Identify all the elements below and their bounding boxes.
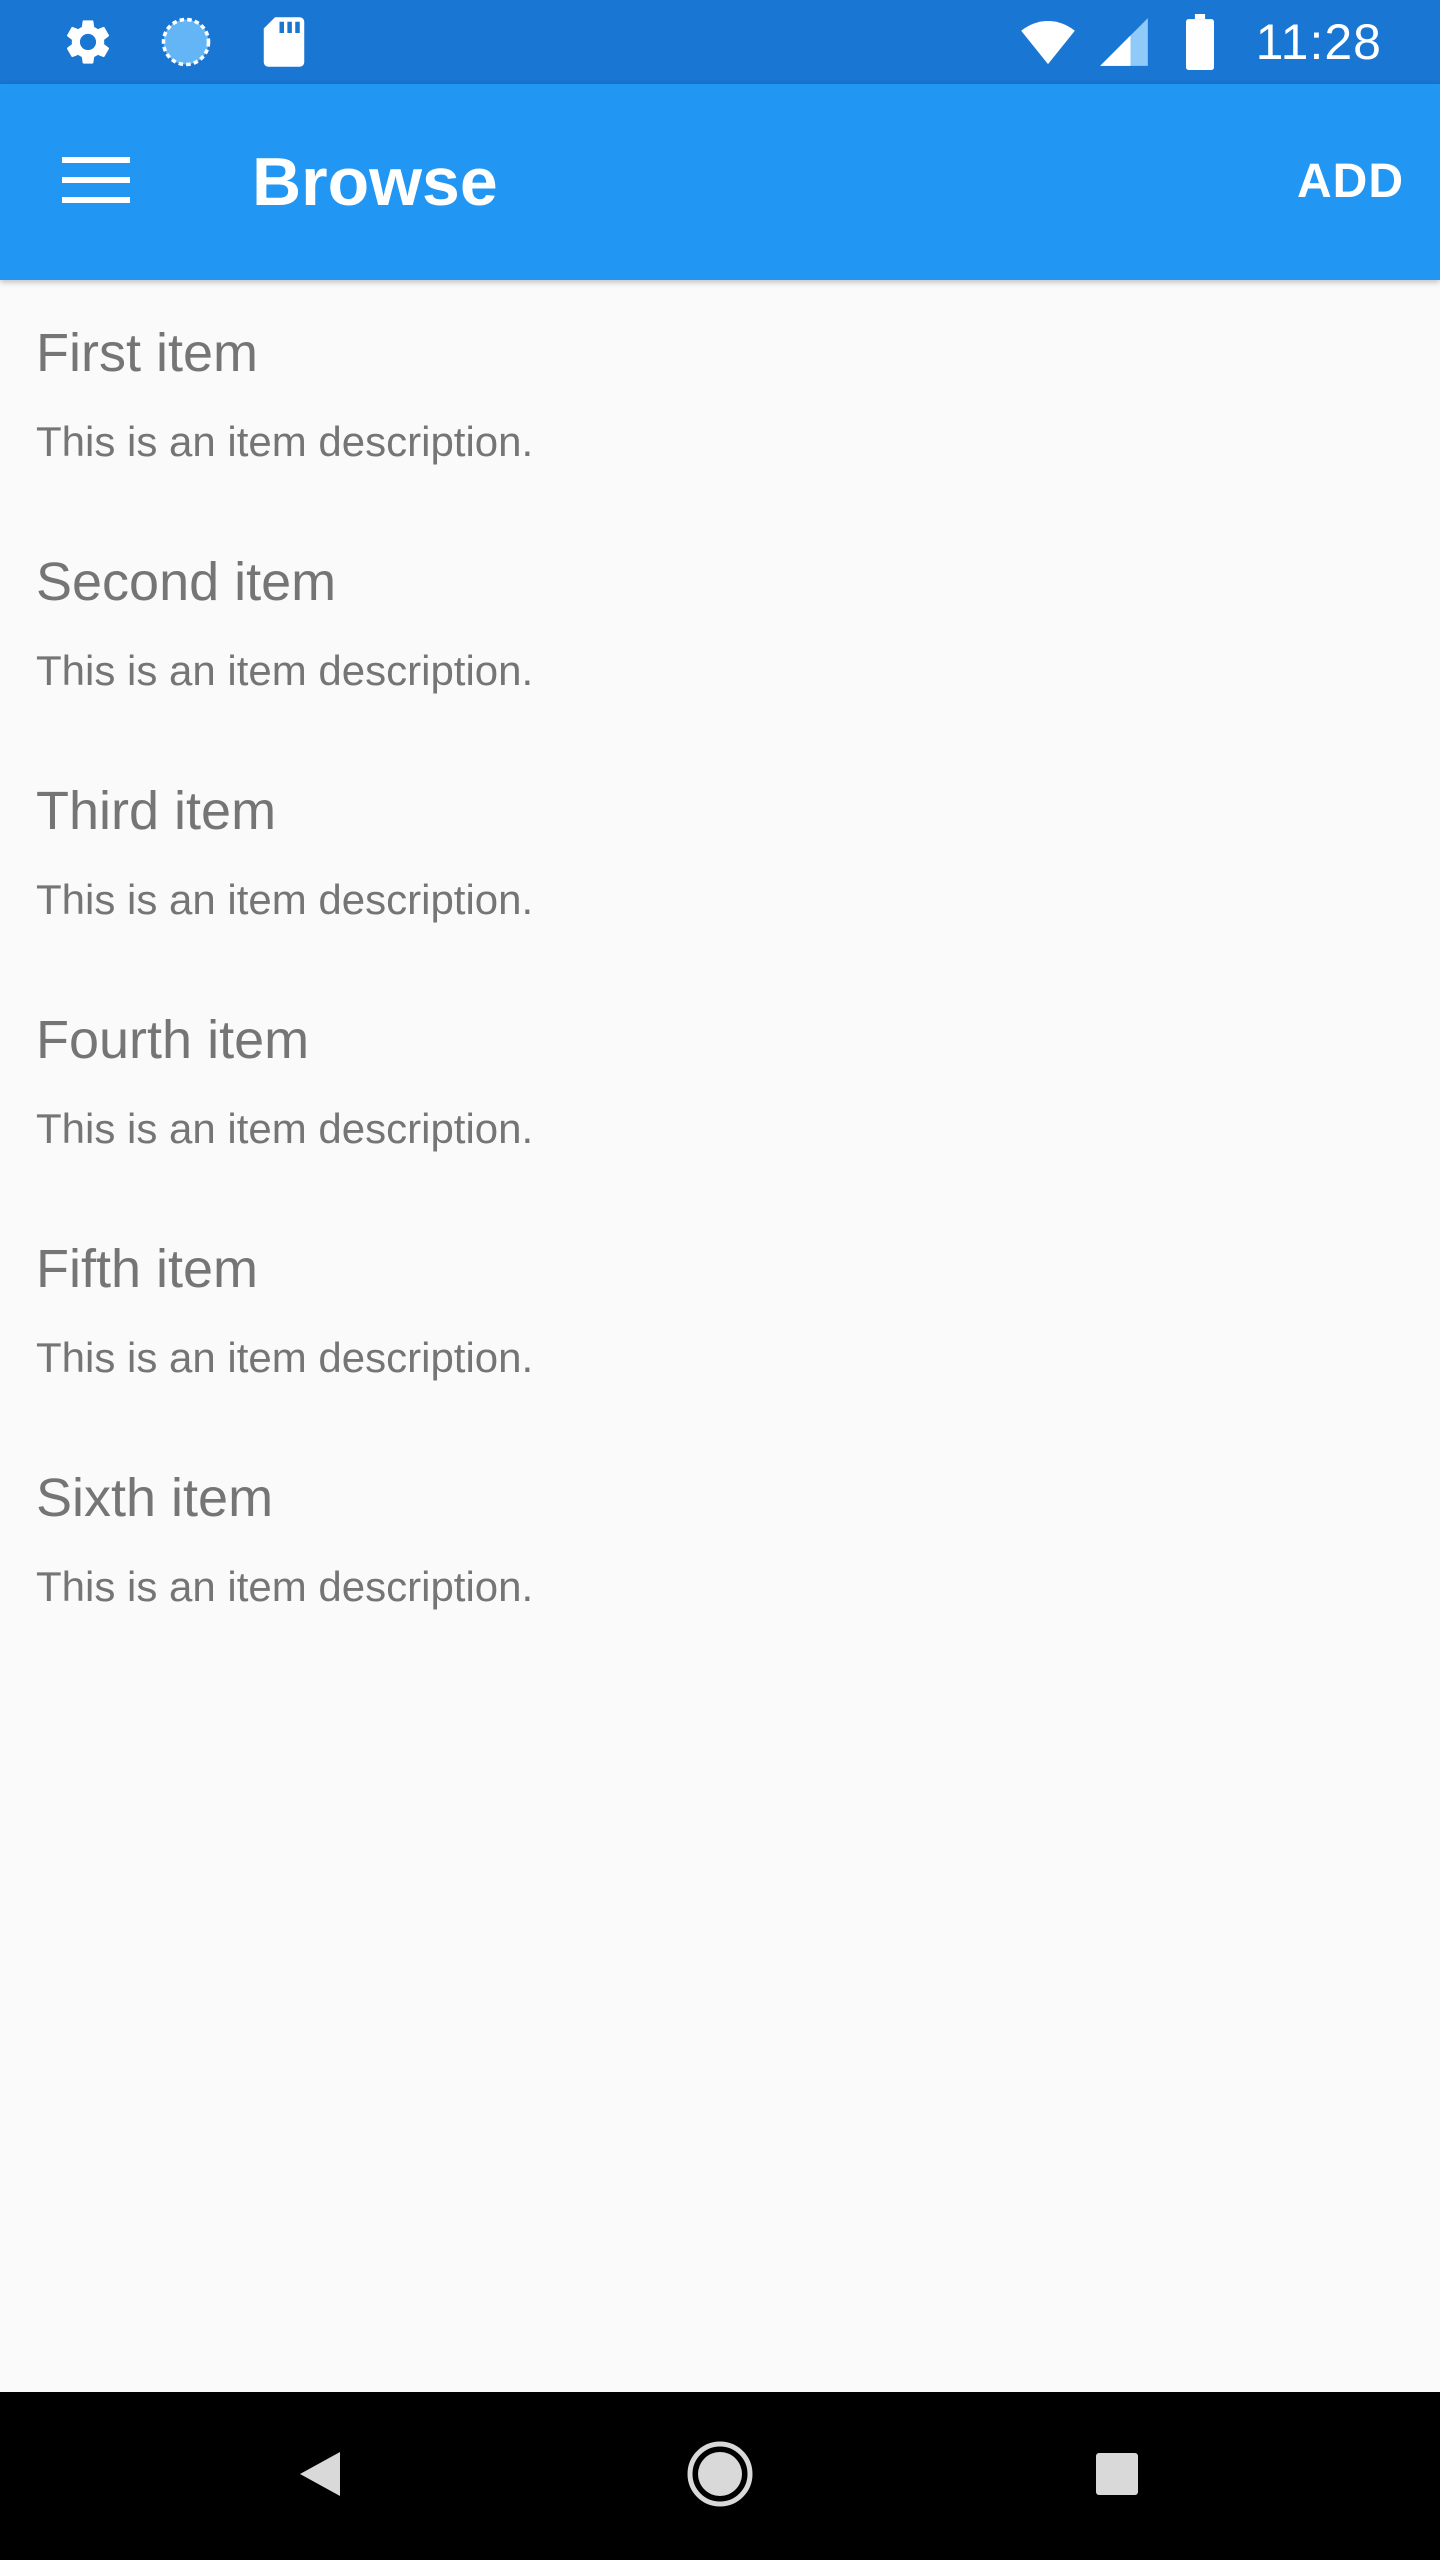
item-description: This is an item description. — [36, 1105, 534, 1152]
cell-signal-icon — [1096, 14, 1152, 70]
battery-icon — [1172, 14, 1228, 70]
app-bar: Browse ADD — [0, 84, 1440, 280]
item-title: Sixth item — [36, 1468, 274, 1528]
list-item[interactable]: Fourth item This is an item description. — [0, 967, 1440, 1196]
navigation-bar — [0, 2392, 1440, 2560]
status-right-icons: 11:28 — [1020, 10, 1382, 74]
recents-icon — [1094, 2451, 1140, 2502]
menu-button[interactable] — [44, 130, 148, 234]
hamburger-menu-icon — [62, 155, 130, 210]
home-button[interactable] — [670, 2426, 770, 2526]
list-item[interactable]: First item This is an item description. — [0, 280, 1440, 509]
status-left-icons — [60, 12, 312, 72]
list-item[interactable]: Fifth item This is an item description. — [0, 1196, 1440, 1425]
sd-card-icon — [256, 14, 312, 70]
back-button[interactable] — [270, 2426, 370, 2526]
item-description: This is an item description. — [36, 1334, 534, 1381]
item-title: Third item — [36, 781, 277, 841]
recents-button[interactable] — [1067, 2426, 1167, 2526]
item-description: This is an item description. — [36, 876, 534, 923]
page-title: Browse — [252, 144, 498, 220]
item-title: First item — [36, 323, 258, 383]
list-item[interactable]: Sixth item This is an item description. — [0, 1425, 1440, 1654]
item-title: Fifth item — [36, 1239, 259, 1299]
settings-icon — [60, 14, 116, 70]
item-title: Fourth item — [36, 1010, 310, 1070]
list-item[interactable]: Third item This is an item description. — [0, 738, 1440, 967]
wifi-icon — [1020, 14, 1076, 70]
status-bar: 11:28 — [0, 0, 1440, 84]
item-description: This is an item description. — [36, 1563, 534, 1610]
item-description: This is an item description. — [36, 647, 534, 694]
status-time: 11:28 — [1255, 14, 1382, 70]
item-description: This is an item description. — [36, 418, 534, 465]
back-icon — [296, 2448, 344, 2505]
list-item[interactable]: Second item This is an item description. — [0, 509, 1440, 738]
home-icon — [686, 2440, 754, 2513]
add-button[interactable]: ADD — [1297, 132, 1404, 232]
sync-icon — [158, 14, 214, 70]
item-title: Second item — [36, 552, 337, 612]
screen: 11:28 Browse ADD First item This is an i… — [0, 0, 1440, 2560]
item-list[interactable]: First item This is an item description. … — [0, 280, 1440, 1654]
